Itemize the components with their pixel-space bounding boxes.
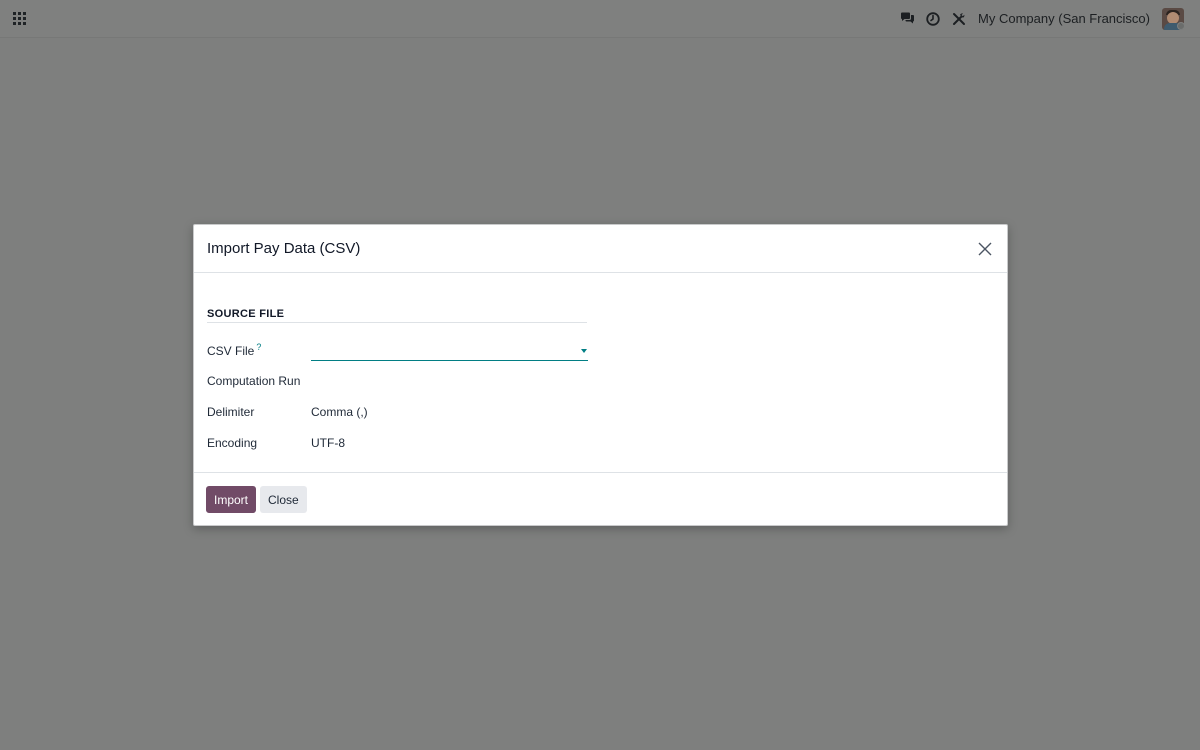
csv-file-select[interactable] [311,341,588,361]
dialog-footer: Import Close [194,472,1007,526]
close-button[interactable]: Close [260,486,307,513]
grid-icon [12,12,26,25]
import-dialog: Import Pay Data (CSV) SOURCE FILE CSV Fi… [193,224,1008,526]
clock-icon[interactable] [920,0,946,38]
encoding-value[interactable]: UTF-8 [311,436,345,450]
encoding-label: Encoding [207,436,258,450]
chat-icon[interactable] [894,0,920,38]
help-tooltip-icon[interactable]: ? [256,342,261,352]
top-navbar: My Company (San Francisco) [0,0,1200,38]
dialog-title: Import Pay Data (CSV) [207,240,361,257]
csv-file-label: CSV File? [207,342,262,358]
import-button[interactable]: Import [206,486,257,513]
company-switcher[interactable]: My Company (San Francisco) [978,11,1150,26]
chevron-down-icon [581,349,587,353]
dialog-body: SOURCE FILE CSV File? Computation Run De… [194,273,1007,473]
computation-run-label: Computation Run [207,374,301,388]
navbar-systray: My Company (San Francisco) [894,0,1200,38]
computation-run-row: Computation Run [207,370,311,392]
section-title: SOURCE FILE [207,308,587,323]
encoding-row: Encoding UTF-8 [207,432,345,454]
apps-menu-button[interactable] [0,0,38,38]
csv-file-row: CSV File? [207,339,311,361]
avatar-status-dot [1177,22,1185,30]
delimiter-row: Delimiter Comma (,) [207,401,368,423]
delimiter-label: Delimiter [207,405,255,419]
tools-icon[interactable] [946,0,972,38]
dialog-header: Import Pay Data (CSV) [194,225,1007,273]
delimiter-value[interactable]: Comma (,) [311,405,368,419]
close-icon[interactable] [975,239,995,259]
